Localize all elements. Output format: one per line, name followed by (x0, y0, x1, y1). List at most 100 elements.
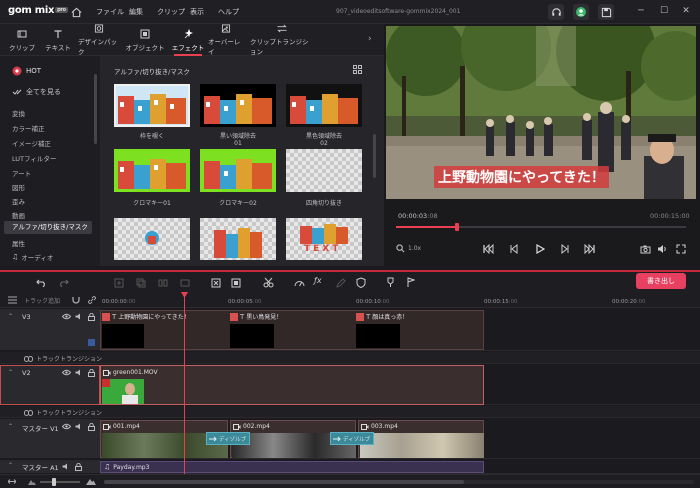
track-lane-v2[interactable]: green001.MOV (100, 365, 700, 405)
effect-item[interactable] (200, 218, 276, 260)
audio-clip-payday[interactable]: ♫ Payday.mp3 (100, 461, 484, 473)
track-controls[interactable] (62, 463, 82, 471)
save-button[interactable] (598, 4, 614, 20)
track-lane-v3[interactable]: T 上野動物園にやってきた！ T 黒い鳥発見！ T 顔は真っ赤！ (100, 309, 700, 351)
track-transition-row[interactable]: トラックトランジション (0, 352, 700, 364)
effect-item-chroma-key-02[interactable]: クロマキー02 (200, 149, 276, 207)
category-item[interactable]: 図形 (12, 182, 25, 192)
track-transition-row[interactable]: トラックトランジション (0, 406, 700, 418)
next-frame-button[interactable] (560, 244, 570, 254)
crop-button[interactable] (211, 278, 221, 288)
timeline-scrollbar[interactable] (104, 480, 694, 484)
tab-object[interactable]: オブジェクト (124, 24, 166, 56)
tab-clip-transition[interactable]: クリップトランジション (250, 24, 314, 56)
minimize-button[interactable]: ─ (634, 4, 648, 18)
close-button[interactable]: ✕ (679, 4, 693, 18)
skip-to-start-button[interactable] (483, 244, 494, 254)
text-clip[interactable]: T 上野動物園にやってきた！ (102, 312, 190, 321)
track-lane-master-v1[interactable]: 001.mp4 002.mp4 003.mp4 ディゾルブ ディゾルブ (100, 419, 700, 459)
tab-clip[interactable]: クリップ (6, 24, 38, 56)
category-item[interactable]: カラー補正 (12, 123, 45, 133)
seekbar-handle[interactable] (454, 223, 459, 231)
pen-button[interactable] (336, 278, 346, 288)
zoom-in-button[interactable] (86, 477, 96, 485)
track-menu-button[interactable] (8, 296, 17, 304)
tabs-scroll-right[interactable]: › (368, 34, 372, 44)
menu-view[interactable]: 表示 (190, 7, 204, 17)
cut-button[interactable] (263, 277, 274, 288)
effect-item[interactable] (114, 218, 190, 260)
menu-clip[interactable]: クリップ (157, 7, 185, 17)
track-header-master-a1[interactable]: ⌃ マスター A1 (0, 460, 100, 474)
track-header-master-v1[interactable]: ⌃ マスター V1 (0, 419, 100, 459)
grid-view-button[interactable] (353, 65, 362, 74)
track-controls[interactable] (62, 423, 95, 431)
play-button[interactable] (535, 244, 545, 254)
flag-button[interactable] (406, 277, 415, 288)
link-button[interactable] (88, 296, 96, 304)
add-track-button[interactable]: トラック追加 (24, 296, 60, 305)
tab-design-pack[interactable]: デザインパック (78, 24, 120, 56)
category-show-all[interactable]: 全てを見る (12, 87, 61, 97)
category-item[interactable]: 属性 (12, 238, 25, 248)
undo-button[interactable] (36, 278, 47, 287)
volume-button[interactable] (657, 244, 668, 254)
effect-scrollbar[interactable] (373, 134, 376, 178)
category-scrollbar[interactable] (94, 74, 97, 144)
tab-effect[interactable]: エフェクト (170, 24, 206, 56)
zoom-slider[interactable] (40, 478, 80, 486)
track-header-v3[interactable]: ⌃ V3 (0, 309, 100, 351)
category-item[interactable]: 変換 (12, 108, 25, 118)
effect-item-square-cutout[interactable]: 四角切り抜き (286, 149, 362, 207)
zoom-fit-button[interactable] (8, 478, 16, 485)
effect-item-chroma-key-01[interactable]: クロマキー01 (114, 149, 190, 207)
category-item[interactable]: 歪み (12, 196, 25, 206)
track-controls[interactable] (62, 369, 95, 377)
pip-button[interactable] (231, 278, 241, 288)
zoom-out-button[interactable] (28, 478, 36, 485)
fullscreen-button[interactable] (676, 244, 686, 254)
tab-text[interactable]: テキスト (42, 24, 74, 56)
zoom-slider-handle[interactable] (52, 478, 56, 486)
mask-button[interactable] (356, 277, 366, 288)
menu-help[interactable]: ヘルプ (218, 7, 239, 17)
video-clip-003[interactable]: 003.mp4 (358, 420, 484, 458)
menu-edit[interactable]: 編集 (129, 7, 143, 17)
fx-button[interactable]: ƒx (314, 276, 322, 285)
preview-seekbar[interactable] (396, 223, 686, 231)
redo-button[interactable] (58, 278, 69, 287)
video-clip-green001[interactable]: green001.MOV (100, 365, 484, 405)
category-hot[interactable]: HOT (12, 66, 41, 76)
track-header-v2[interactable]: ⌃ V2 (0, 365, 100, 405)
transition-block[interactable]: ディゾルブ (206, 432, 250, 445)
track-lane-master-a1[interactable]: ♫ Payday.mp3 (100, 460, 700, 474)
transition-block[interactable]: ディゾルブ (330, 432, 374, 445)
skip-to-end-button[interactable] (584, 244, 595, 254)
snapshot-button[interactable] (640, 244, 651, 254)
timeline-ruler[interactable]: トラック追加 00:00:00:00 00:00:05:00 00:00:10:… (0, 292, 700, 308)
effect-item[interactable]: TEXT (286, 218, 362, 260)
support-button[interactable] (548, 4, 564, 20)
track-controls[interactable] (62, 313, 95, 321)
effect-item-black-removal-02[interactable]: 黒色領域除去 02 (286, 84, 362, 147)
zoom-control[interactable]: 1.0x (396, 244, 421, 253)
effect-item-frame-peek[interactable]: 枠を覗く (114, 84, 190, 140)
menu-file[interactable]: ファイル (96, 7, 124, 17)
category-item[interactable]: LUTフィルター (12, 153, 56, 163)
account-button[interactable] (573, 4, 589, 20)
export-button[interactable]: 書き出し (636, 273, 686, 289)
prev-frame-button[interactable] (509, 244, 519, 254)
category-audio[interactable]: ♫ オーディオ (12, 252, 53, 262)
category-item[interactable]: アート (12, 168, 31, 178)
marker-button[interactable] (386, 277, 395, 288)
home-button[interactable] (68, 4, 84, 20)
tab-overlay[interactable]: オーバーレイ (208, 24, 244, 56)
category-item[interactable]: 動画 (12, 210, 25, 220)
timeline-playhead[interactable] (184, 296, 185, 476)
category-item[interactable]: イメージ補正 (12, 138, 51, 148)
speed-button[interactable] (294, 278, 305, 287)
maximize-button[interactable]: ☐ (657, 4, 671, 18)
magnet-button[interactable] (72, 296, 80, 304)
text-clip[interactable]: T 顔は真っ赤！ (356, 312, 408, 321)
text-clip[interactable]: T 黒い鳥発見！ (230, 312, 282, 321)
